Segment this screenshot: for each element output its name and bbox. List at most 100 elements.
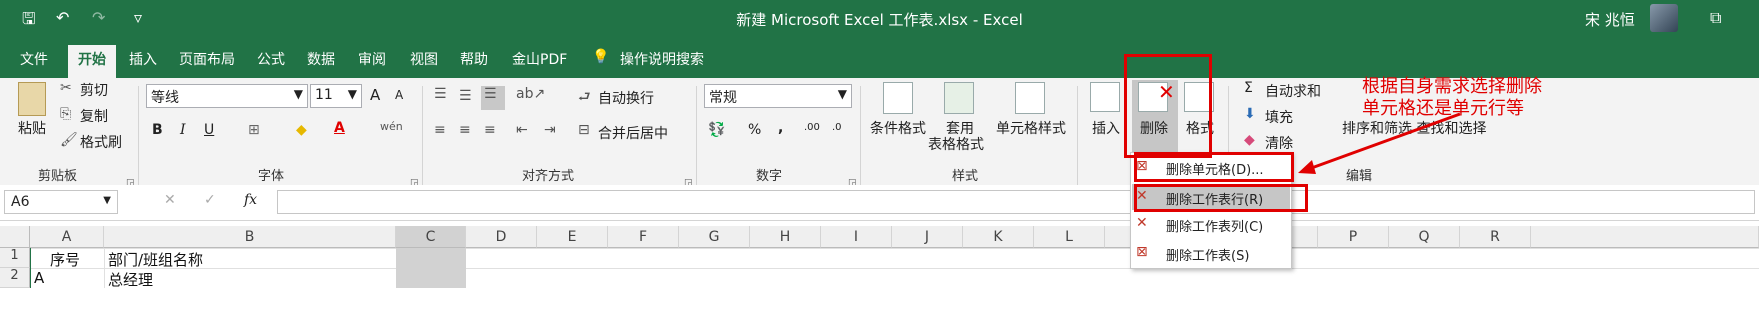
align-right-icon[interactable]: ≡: [484, 122, 496, 138]
lightbulb-icon[interactable]: 💡: [592, 49, 609, 65]
ribbon-display-icon[interactable]: ⧉: [1710, 8, 1721, 28]
tab-review[interactable]: 审阅: [358, 49, 386, 69]
cell-b1[interactable]: 部门/班组名称: [108, 249, 203, 270]
decrease-decimal-icon[interactable]: .0: [832, 122, 842, 133]
merge-center-button[interactable]: 合并后居中: [598, 123, 668, 143]
align-top-icon[interactable]: ☰: [434, 86, 447, 102]
tab-view[interactable]: 视图: [410, 49, 438, 69]
tab-help[interactable]: 帮助: [460, 49, 488, 69]
autosum-icon[interactable]: Σ: [1244, 80, 1253, 96]
tab-insert[interactable]: 插入: [129, 49, 157, 69]
column-header-p[interactable]: P: [1318, 226, 1389, 248]
align-middle-icon[interactable]: ☰: [459, 88, 472, 104]
number-format-select[interactable]: 常规 ▼: [704, 84, 852, 108]
cell-b2[interactable]: 总经理: [108, 269, 153, 290]
cancel-icon[interactable]: ✕: [164, 192, 176, 208]
insert-cells-icon[interactable]: [1090, 82, 1120, 112]
wrap-text-button[interactable]: 自动换行: [598, 88, 654, 108]
copy-icon[interactable]: ⎘: [60, 106, 71, 122]
font-name-select[interactable]: 等线 ▼: [146, 84, 308, 108]
bold-button[interactable]: B: [152, 122, 163, 138]
tab-file[interactable]: 文件: [20, 49, 48, 69]
merge-icon[interactable]: ⊟: [578, 122, 590, 138]
percent-button[interactable]: %: [748, 122, 761, 138]
grow-font-button[interactable]: A: [370, 86, 380, 104]
increase-decimal-icon[interactable]: .00: [804, 122, 820, 133]
font-size-select[interactable]: 11 ▼: [310, 84, 362, 108]
fill-button[interactable]: 填充: [1265, 107, 1293, 127]
row-header-1[interactable]: 1: [0, 248, 30, 268]
phonetic-icon[interactable]: wén: [380, 120, 403, 133]
shrink-font-button[interactable]: A: [395, 88, 403, 102]
cell-a2[interactable]: A: [34, 269, 44, 287]
tab-home[interactable]: 开始: [68, 45, 116, 79]
column-header-d[interactable]: D: [466, 226, 537, 248]
borders-icon[interactable]: ⊞: [248, 122, 260, 138]
menu-delete-sheet[interactable]: 删除工作表(S): [1166, 245, 1249, 264]
column-header-g[interactable]: G: [679, 226, 750, 248]
comma-button[interactable]: ,: [778, 120, 783, 136]
row-header-2[interactable]: 2: [0, 268, 30, 288]
format-painter-button[interactable]: 格式刷: [80, 132, 122, 152]
name-box[interactable]: A6 ▼: [4, 190, 118, 214]
paste-icon[interactable]: [18, 82, 46, 116]
column-a-border: [30, 248, 31, 288]
align-left-icon[interactable]: ≡: [434, 122, 446, 138]
align-center-icon[interactable]: ≡: [459, 122, 471, 138]
select-all-corner[interactable]: [0, 226, 30, 248]
tab-data[interactable]: 数据: [307, 49, 335, 69]
function-icon[interactable]: fx: [244, 192, 257, 208]
column-header-b[interactable]: B: [104, 226, 396, 248]
increase-indent-icon[interactable]: ⇥: [544, 122, 556, 138]
column-header-h[interactable]: H: [750, 226, 821, 248]
fill-icon[interactable]: ⬇: [1244, 106, 1256, 122]
column-header-i[interactable]: I: [821, 226, 892, 248]
column-header-j[interactable]: J: [892, 226, 963, 248]
column-header-k[interactable]: K: [963, 226, 1034, 248]
user-name[interactable]: 宋 兆恒: [1585, 9, 1635, 30]
column-header-q[interactable]: Q: [1389, 226, 1460, 248]
avatar[interactable]: [1650, 4, 1678, 32]
currency-icon[interactable]: 💱: [708, 122, 725, 138]
cell-styles-button[interactable]: 单元格样式: [996, 118, 1066, 138]
tab-formulas[interactable]: 公式: [257, 49, 285, 69]
tab-page-layout[interactable]: 页面布局: [179, 49, 235, 69]
paste-button[interactable]: 粘贴: [18, 118, 46, 138]
font-color-icon[interactable]: A: [334, 120, 345, 136]
wrap-text-icon[interactable]: ⮐: [578, 86, 591, 110]
column-header-l[interactable]: L: [1034, 226, 1105, 248]
orientation-icon[interactable]: ab↗: [516, 86, 545, 102]
clear-button[interactable]: 清除: [1265, 133, 1293, 153]
format-as-table-icon[interactable]: [944, 82, 974, 114]
conditional-format-icon[interactable]: [883, 82, 913, 114]
font-group-label: 字体: [258, 169, 285, 184]
insert-button[interactable]: 插入: [1092, 118, 1120, 138]
italic-button[interactable]: I: [180, 122, 186, 138]
enter-icon[interactable]: ✓: [204, 192, 216, 208]
conditional-format-button[interactable]: 条件格式: [870, 118, 926, 138]
tell-me-search[interactable]: 操作说明搜索: [620, 49, 704, 69]
tab-kingsoft-pdf[interactable]: 金山PDF: [512, 49, 567, 69]
cell-styles-icon[interactable]: [1015, 82, 1045, 114]
align-bottom-icon[interactable]: ☰: [481, 86, 505, 110]
fill-color-icon[interactable]: ◆: [296, 122, 307, 138]
autosum-button[interactable]: 自动求和: [1265, 81, 1321, 101]
copy-button[interactable]: 复制: [80, 106, 108, 126]
selected-column-c[interactable]: [396, 248, 466, 288]
column-header-c[interactable]: C: [396, 226, 466, 248]
cell-a1[interactable]: 序号: [50, 249, 80, 270]
menu-delete-sheet-columns[interactable]: 删除工作表列(C): [1166, 216, 1263, 235]
format-as-table-label-2[interactable]: 表格格式: [928, 134, 984, 154]
column-header-e[interactable]: E: [537, 226, 608, 248]
decrease-indent-icon[interactable]: ⇤: [516, 122, 528, 138]
scissors-icon[interactable]: ✂: [60, 80, 72, 96]
column-header-f[interactable]: F: [608, 226, 679, 248]
format-painter-icon[interactable]: 🖌: [60, 132, 78, 148]
cut-button[interactable]: 剪切: [80, 80, 108, 100]
clear-icon[interactable]: ◆: [1244, 132, 1255, 148]
column-header-a[interactable]: A: [30, 226, 104, 248]
delete-columns-menu-icon: ✕: [1136, 215, 1148, 231]
formula-input[interactable]: [277, 190, 1755, 214]
column-header-r[interactable]: R: [1460, 226, 1531, 248]
underline-button[interactable]: U: [204, 122, 214, 138]
